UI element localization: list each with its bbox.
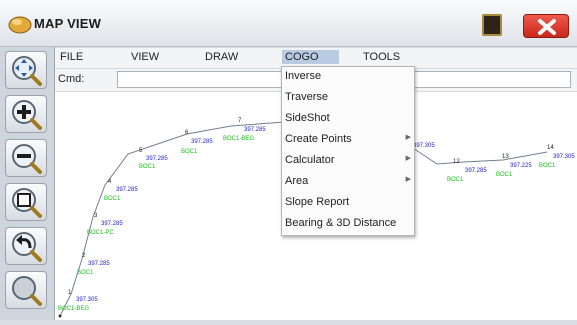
zoom-previous-button[interactable] (5, 227, 47, 265)
menu-item-label: Bearing & 3D Distance (285, 217, 397, 229)
submenu-arrow-icon: ▶ (405, 134, 411, 141)
point-id-label: 3 (94, 213, 98, 219)
menu-item-label: Area (285, 175, 309, 187)
menu-tools[interactable]: TOOLS (359, 51, 404, 63)
pan-icon (12, 56, 42, 86)
menu-item-label: Create Points (285, 133, 352, 145)
point-code-label: BOC1 (496, 172, 513, 178)
submenu-arrow-icon: ▶ (405, 176, 411, 183)
zoom-extents-icon (12, 276, 42, 306)
zoom-previous-icon (12, 232, 42, 262)
title-bar: MAP VIEW (0, 0, 577, 47)
zoom-window-icon (12, 188, 42, 218)
zoom-extents-button[interactable] (5, 271, 47, 309)
point-elev-label: 397.305 (553, 154, 575, 160)
submenu-arrow-icon: ▶ (405, 155, 411, 162)
point-code-label: BOC1-PC (87, 230, 114, 236)
point-elev-label: 397.285 (146, 156, 168, 162)
zoom-in-icon (12, 100, 42, 130)
cogo-dropdown-menu: Inverse Traverse SideShot Create Points ▶… (281, 66, 415, 236)
zoom-out-button[interactable] (5, 139, 47, 177)
point-code-label: BOC1 (539, 163, 556, 169)
close-button[interactable] (523, 14, 569, 38)
menu-draw[interactable]: DRAW (201, 51, 242, 63)
point-code-label: BOC1-BEG (223, 136, 254, 142)
tool-sidebar (0, 47, 55, 320)
point-id-label: 4 (108, 179, 112, 185)
point-elev-label: 397.285 (88, 261, 110, 267)
point-elev-label: 397.285 (101, 221, 123, 227)
point-id-label: 12 (453, 159, 460, 165)
menu-item-create-points[interactable]: Create Points ▶ (282, 130, 414, 149)
point-elev-label: 397.285 (465, 168, 487, 174)
point-code-label: BOC1 (139, 164, 156, 170)
point-id-label: 13 (502, 154, 509, 160)
point-elev-label: 397.305 (76, 297, 98, 303)
linework-left (59, 121, 286, 317)
point-id-label: 2 (82, 253, 86, 259)
menu-view[interactable]: VIEW (127, 51, 163, 63)
menu-item-bearing-3d-distance[interactable]: Bearing & 3D Distance (282, 214, 414, 233)
command-label: Cmd: (58, 73, 85, 85)
point-id-label: 14 (547, 145, 554, 151)
point-elev-label: 397.285 (244, 127, 266, 133)
menu-item-label: Slope Report (285, 196, 350, 208)
linework-right (412, 147, 548, 165)
menu-item-label: SideShot (285, 112, 330, 124)
point-elev-label: 397.285 (116, 187, 138, 193)
menu-item-calculator[interactable]: Calculator ▶ (282, 151, 414, 170)
app-logo-icon (8, 14, 32, 34)
menu-cogo[interactable]: COGO (282, 50, 339, 64)
menu-item-sideshot[interactable]: SideShot (282, 109, 414, 128)
pan-button[interactable] (5, 51, 47, 89)
menu-item-area[interactable]: Area ▶ (282, 172, 414, 191)
zoom-window-button[interactable] (5, 183, 47, 221)
zoom-in-button[interactable] (5, 95, 47, 133)
point-elev-label: 397.285 (191, 139, 213, 145)
menu-item-traverse[interactable]: Traverse (282, 88, 414, 107)
menu-item-slope-report[interactable]: Slope Report (282, 193, 414, 212)
sd-card-icon[interactable] (482, 14, 502, 36)
menu-item-inverse[interactable]: Inverse (282, 67, 414, 86)
menu-item-label: Traverse (285, 91, 328, 103)
window-title: MAP VIEW (34, 16, 102, 31)
point-marker (58, 314, 62, 318)
point-code-label: BOC1 (104, 196, 121, 202)
menu-item-label: Inverse (285, 70, 322, 82)
point-id-label: 6 (185, 130, 189, 136)
point-id-label: 7 (238, 118, 242, 124)
point-code-label: BOC1 (181, 149, 198, 155)
menu-file[interactable]: FILE (56, 51, 87, 63)
point-code-label: BOC1-BEG (58, 306, 89, 312)
zoom-out-icon (12, 144, 42, 174)
menu-item-label: Calculator (285, 154, 335, 166)
close-icon (538, 19, 556, 35)
point-code-label: BOC1 (447, 177, 464, 183)
point-code-label: BOC1 (77, 270, 94, 276)
point-elev-label: 397.305 (413, 143, 435, 149)
point-elev-label: 397.225 (510, 163, 532, 169)
